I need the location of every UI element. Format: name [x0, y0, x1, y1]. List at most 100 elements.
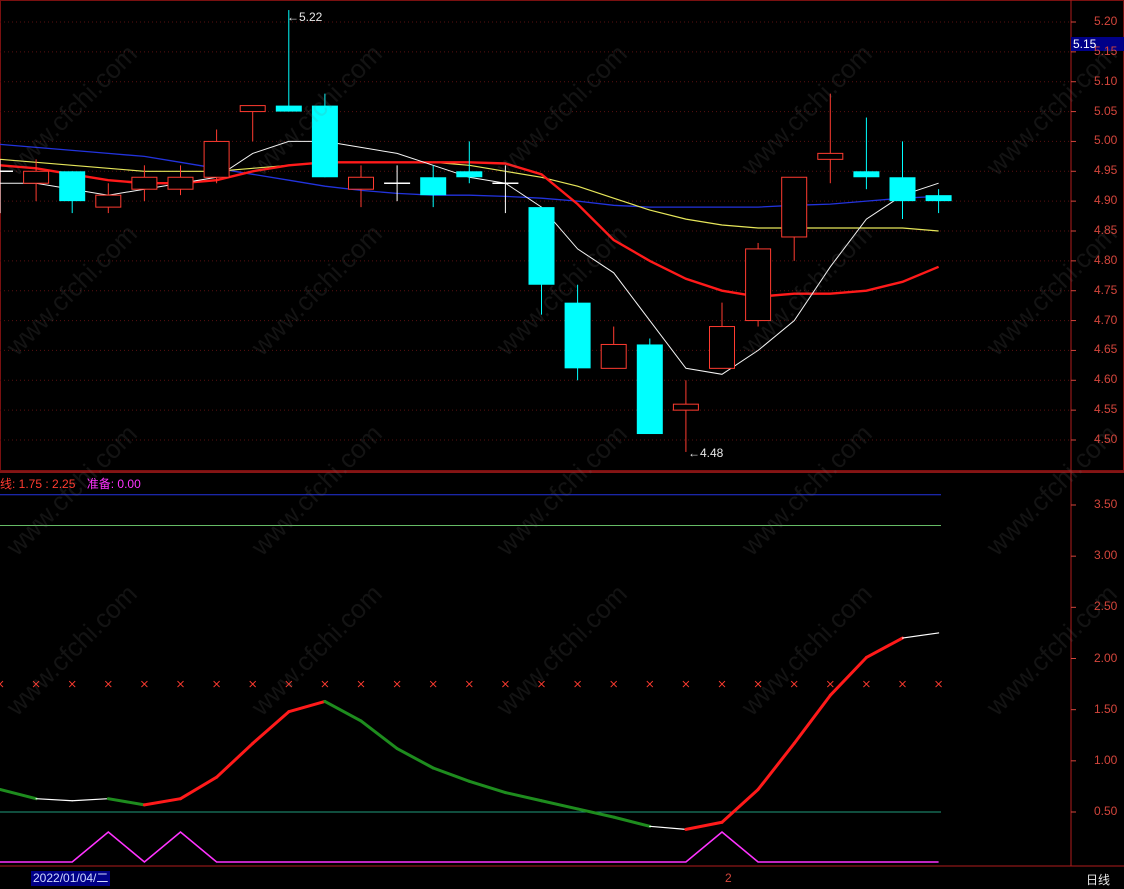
marker-cross — [502, 680, 509, 688]
marker-cross — [754, 680, 762, 688]
indicator-axis-tick-label: 0.50 — [1094, 804, 1118, 818]
marker-cross — [863, 680, 870, 688]
price-axis-tick-label: 5.10 — [1094, 73, 1118, 88]
indicator-main-segment — [35, 798, 73, 802]
indicator-main-segment — [792, 693, 832, 745]
marker-cross — [0, 680, 4, 688]
marker-cross — [141, 680, 148, 688]
indicator-main-segment — [649, 825, 687, 830]
candle-body-down — [59, 171, 86, 202]
marker-cross — [610, 680, 618, 688]
candle-body-down — [528, 207, 555, 285]
price-axis-tick-label: 4.80 — [1094, 252, 1118, 267]
candle-body-up — [672, 403, 699, 411]
marker-cross — [682, 680, 690, 688]
candle-body-down — [925, 195, 952, 202]
candle-body-down — [456, 171, 483, 178]
max-price-value: 5.22 — [299, 10, 323, 24]
indicator-legend-value: 线: 1.75 : 2.25 — [0, 477, 76, 491]
price-axis-tick-label: 4.55 — [1094, 402, 1118, 417]
candle-body-up — [203, 140, 230, 178]
signal-line — [0, 830, 939, 864]
period-label[interactable]: 日线 — [1086, 871, 1110, 888]
indicator-main-segment — [323, 699, 363, 723]
indicator-main-segment — [756, 741, 796, 791]
candle-body-up — [167, 176, 194, 190]
marker-cross — [357, 680, 365, 688]
candle-body-up — [817, 152, 844, 160]
price-axis-tick-label: 4.95 — [1094, 163, 1118, 178]
indicator-main-segment — [901, 632, 940, 639]
indicator-main-segment — [287, 699, 327, 714]
indicator-axis-tick-label: 3.00 — [1094, 548, 1118, 563]
candle-body-up — [23, 170, 50, 184]
indicator-main-segment — [684, 820, 724, 831]
indicator-axis-tick-label: 2.00 — [1094, 650, 1118, 665]
indicator-main-segment — [431, 766, 471, 783]
indicator-main-segment — [828, 655, 868, 697]
price-axis-tick-label: 4.85 — [1094, 223, 1118, 237]
marker-cross — [826, 680, 834, 688]
indicator-main-segment — [215, 741, 255, 779]
indicator-main-segment — [142, 797, 182, 807]
marker-cross — [935, 680, 942, 688]
indicator-main-segment — [576, 807, 616, 819]
price-axis-tick-label: 5.20 — [1094, 14, 1118, 28]
arrow-left-icon: ← — [688, 446, 700, 460]
indicator-main-segment — [359, 719, 399, 751]
marker-cross — [393, 680, 401, 688]
indicator-main-segment — [503, 791, 543, 803]
marker-cross — [213, 680, 220, 688]
indicator-legend: 线: 1.75 : 2.25 准备: 0.00 — [0, 475, 141, 492]
month-marker-label: 2 — [725, 871, 732, 885]
current-price-label: 5.15 — [1073, 37, 1097, 51]
candle-body-up — [781, 176, 808, 238]
indicator-main-segment — [71, 798, 109, 802]
candle-body-down — [853, 171, 880, 178]
indicator-main-segment — [467, 779, 507, 795]
marker-cross — [68, 680, 76, 688]
candle-body-down — [420, 177, 447, 196]
candle-body-down — [564, 302, 591, 369]
candle-body-up — [348, 176, 374, 190]
min-price-annotation: ←4.48 — [688, 446, 723, 460]
marker-cross — [32, 680, 40, 688]
marker-cross — [574, 680, 581, 688]
candle-body-down — [889, 177, 916, 202]
candle-body-up — [131, 176, 158, 190]
marker-cross — [429, 680, 437, 688]
marker-cross — [465, 680, 473, 688]
indicator-main-segment — [395, 747, 435, 770]
price-panel-frame — [0, 0, 1124, 471]
indicator-axis-tick-label: 1.00 — [1094, 752, 1118, 767]
max-price-annotation: ←5.22 — [287, 10, 322, 24]
price-axis-tick-label: 4.70 — [1094, 312, 1118, 327]
candle-body-down — [311, 105, 338, 178]
price-axis-tick-label: 4.60 — [1094, 372, 1118, 387]
marker-cross — [899, 680, 906, 688]
candle-body-up — [239, 105, 266, 113]
min-price-value: 4.48 — [700, 446, 724, 460]
marker-cross — [177, 680, 184, 688]
candle-body-up — [600, 343, 627, 369]
date-cursor-label: 2022/01/04/二 — [31, 871, 111, 886]
price-axis-tick-label: 4.65 — [1094, 342, 1118, 357]
marker-cross — [321, 680, 329, 688]
marker-cross — [249, 680, 257, 688]
indicator-main-segment — [612, 815, 652, 828]
candle-body-up — [745, 248, 772, 322]
marker-cross — [538, 680, 545, 688]
indicator-main-segment — [864, 636, 904, 659]
candle-body-down — [636, 344, 663, 435]
indicator-main-segment — [540, 799, 580, 811]
price-axis-tick-label: 5.00 — [1094, 133, 1118, 148]
marker-cross — [790, 680, 798, 688]
price-axis-tick-label: 4.50 — [1094, 432, 1118, 446]
price-axis-tick-label: 4.90 — [1094, 193, 1118, 208]
indicator-main-segment — [106, 797, 146, 807]
indicator-axis-tick-label: 3.50 — [1094, 497, 1118, 511]
indicator-main-segment — [720, 787, 760, 824]
chart-canvas[interactable] — [0, 0, 1124, 889]
candle-body-up — [95, 194, 122, 208]
indicator-main-segment — [0, 787, 38, 801]
